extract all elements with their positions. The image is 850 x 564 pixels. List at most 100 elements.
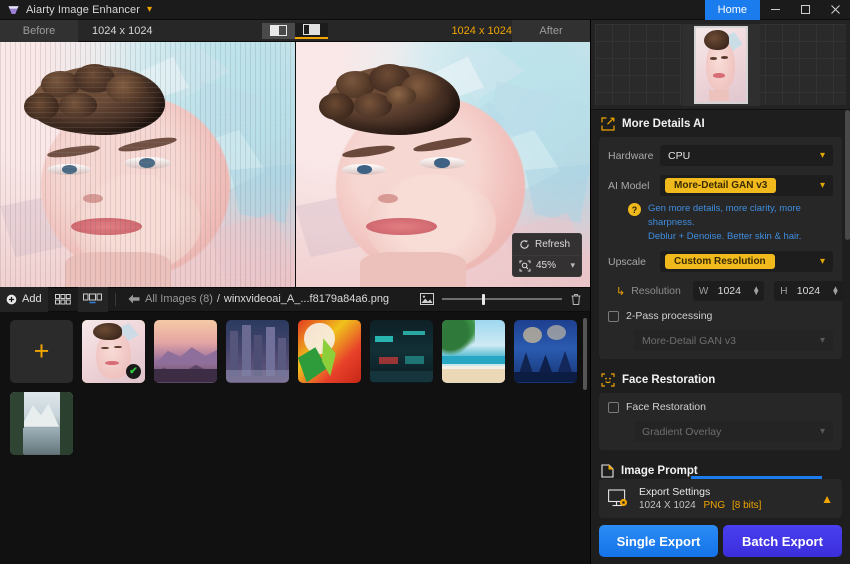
- thumb-cyber-city[interactable]: [226, 319, 289, 383]
- thumbnail-list: + ✔: [10, 319, 590, 455]
- thumb-blue-village[interactable]: [514, 319, 577, 383]
- compare-divider[interactable]: [295, 42, 296, 287]
- minimize-icon[interactable]: [760, 0, 790, 20]
- panel-options[interactable]: More Details AI Hardware CPU ▾ AI Model …: [591, 110, 850, 479]
- width-input[interactable]: W 1024 ▲ ▼: [692, 281, 765, 302]
- ai-model-select[interactable]: More-Detail GAN v3 ▾: [660, 175, 833, 196]
- image-prompt-icon: [601, 464, 614, 478]
- filmstrip-view-icon[interactable]: [78, 286, 108, 312]
- plus-icon: +: [33, 335, 50, 366]
- collapse-chevron-icon[interactable]: ▲: [821, 492, 833, 506]
- width-value: 1024: [717, 285, 741, 298]
- toolbar-divider: [115, 292, 116, 306]
- hardware-label: Hardware: [608, 149, 654, 162]
- grid-view-icon[interactable]: [48, 287, 78, 312]
- single-view-toggle[interactable]: [262, 22, 295, 39]
- height-stepper[interactable]: ▲ ▼: [831, 284, 839, 296]
- slider-track: [442, 298, 562, 300]
- thumb-mountain-sunset[interactable]: [154, 319, 217, 383]
- after-image-pane[interactable]: Refresh 45% ▾: [295, 42, 590, 287]
- section-title: Image Prompt: [621, 465, 698, 478]
- export-buttons: Single Export Batch Export: [599, 525, 842, 557]
- more-details-icon: [601, 117, 615, 131]
- chevron-down-icon: ▾: [819, 335, 825, 347]
- face-restoration-model-value: Gradient Overlay: [642, 425, 722, 438]
- refresh-label: Refresh: [535, 238, 571, 250]
- panel-scrollbar[interactable]: [845, 110, 850, 240]
- upscale-select[interactable]: Custom Resolution ▾: [660, 251, 833, 273]
- file-toolbar: Add All Images (8) / winxvideoai_A_...f8…: [0, 286, 590, 312]
- resolution-label: Resolution: [631, 285, 681, 298]
- two-pass-model-select[interactable]: More-Detail GAN v3 ▾: [634, 330, 833, 352]
- title-bar: Aiarty Image Enhancer ▾ Home: [0, 0, 850, 20]
- thumb-portrait[interactable]: ✔: [82, 319, 145, 383]
- thumb-tropical-beach[interactable]: [442, 319, 505, 383]
- slider-thumb[interactable]: [481, 293, 485, 305]
- add-button[interactable]: Add: [0, 286, 48, 312]
- before-label: Before: [0, 19, 78, 42]
- breadcrumb-all-images[interactable]: All Images (8): [145, 293, 213, 305]
- zoom-control[interactable]: 45% ▾: [513, 254, 581, 276]
- thumbnail-scrollbar[interactable]: [583, 317, 587, 390]
- export-settings-icon: [608, 489, 628, 507]
- width-axis-label: W: [698, 285, 709, 297]
- export-settings-details: 1024 X 1024 PNG [8 bits]: [639, 500, 761, 511]
- thumbnail-strip[interactable]: + ✔: [0, 311, 590, 564]
- settings-panel: More Details AI Hardware CPU ▾ AI Model …: [590, 20, 850, 564]
- add-thumbnail[interactable]: +: [10, 319, 73, 383]
- two-pass-label: 2-Pass processing: [626, 310, 713, 323]
- after-label: After: [512, 19, 590, 42]
- home-button[interactable]: Home: [704, 0, 760, 20]
- thumbnail-size-icon: [420, 293, 434, 305]
- app-logo-icon: [0, 3, 26, 16]
- thumbnail-size-slider[interactable]: [442, 293, 562, 305]
- export-format: PNG: [703, 500, 726, 511]
- hardware-row: Hardware CPU ▾: [608, 145, 833, 166]
- thumb-abstract-red[interactable]: [298, 319, 361, 383]
- face-restoration-checkbox[interactable]: [608, 401, 619, 413]
- close-icon[interactable]: [820, 0, 850, 20]
- thumb-neon-interior[interactable]: [370, 319, 433, 383]
- export-dimensions: 1024 X 1024: [639, 500, 696, 511]
- plus-circle-icon: [6, 294, 17, 304]
- app-window: Aiarty Image Enhancer ▾ Home Before 1024…: [0, 0, 850, 564]
- delete-icon: [571, 293, 581, 305]
- face-restoration-icon: [601, 373, 615, 387]
- refresh-button[interactable]: Refresh: [513, 234, 581, 255]
- back-arrow-icon[interactable]: [123, 294, 145, 304]
- hardware-select[interactable]: CPU ▾: [660, 145, 833, 166]
- height-axis-label: H: [780, 285, 788, 297]
- toolbar-right-group: [420, 293, 590, 306]
- help-icon[interactable]: ?: [628, 203, 641, 216]
- section-title: Face Restoration: [622, 374, 716, 387]
- face-restoration-model-select[interactable]: Gradient Overlay ▾: [634, 421, 833, 443]
- sub-arrow-icon: ↳: [616, 285, 626, 298]
- breadcrumb-separator: /: [216, 293, 220, 305]
- preview-thumbnail[interactable]: [693, 25, 748, 104]
- before-dimensions: 1024 x 1024: [92, 24, 153, 37]
- chevron-down-icon[interactable]: ▾: [147, 4, 152, 15]
- export-settings-card[interactable]: Export Settings 1024 X 1024 PNG [8 bits]…: [599, 479, 842, 518]
- ai-model-hint: ? Gen more details, more clarity, more s…: [608, 202, 833, 243]
- chevron-down-icon[interactable]: ▾: [570, 260, 575, 271]
- hint-line-2: Deblur + Denoise. Better skin & hair.: [648, 230, 802, 242]
- section-face-restoration: Face Restoration: [591, 366, 850, 393]
- refresh-icon: [520, 239, 529, 249]
- height-input[interactable]: H 1024 ▲ ▼: [774, 281, 844, 302]
- face-restoration-row: Face Restoration: [608, 401, 833, 413]
- image-compare-canvas[interactable]: Refresh 45% ▾: [0, 42, 590, 287]
- before-image-pane[interactable]: [0, 42, 295, 287]
- single-export-button[interactable]: Single Export: [599, 525, 718, 557]
- split-view-toggle[interactable]: [295, 22, 328, 39]
- maximize-icon[interactable]: [790, 0, 820, 20]
- batch-export-button[interactable]: Batch Export: [723, 525, 842, 557]
- hint-text: Gen more details, more clarity, more sha…: [648, 202, 833, 243]
- width-stepper[interactable]: ▲ ▼: [752, 284, 760, 296]
- after-group: 1024 x 1024 After: [437, 19, 590, 42]
- after-dimensions: 1024 x 1024: [451, 24, 512, 37]
- thumb-lake-mountains[interactable]: [10, 391, 73, 455]
- before-portrait-image: [0, 42, 295, 287]
- thumb-selected-check: ✔: [126, 363, 141, 379]
- hint-line-1: Gen more details, more clarity, more sha…: [648, 203, 801, 228]
- two-pass-checkbox[interactable]: [608, 310, 619, 322]
